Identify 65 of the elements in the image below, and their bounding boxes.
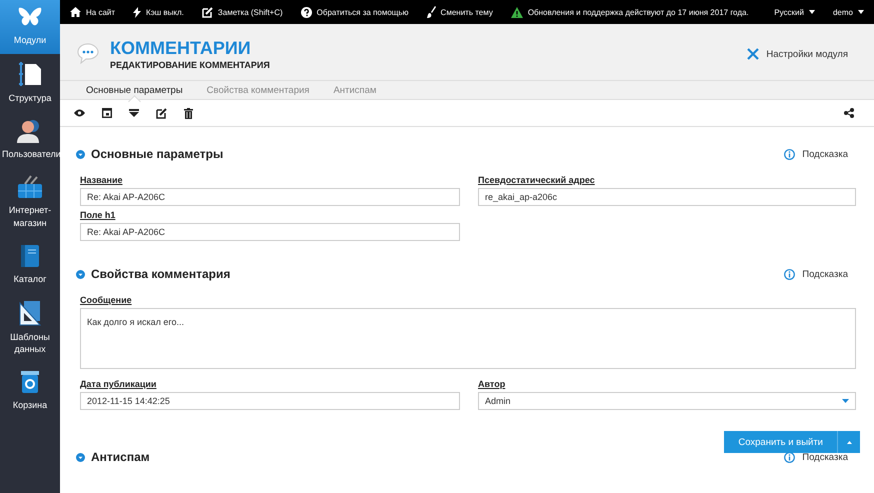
collapse-icon[interactable] [76, 270, 85, 278]
sidebar-item[interactable]: Интернет-магазин [0, 168, 60, 237]
ruler-icon [19, 300, 41, 326]
info-icon [784, 268, 796, 280]
warning-icon [510, 6, 523, 18]
recycle-bin-icon [20, 370, 40, 394]
text-field[interactable]: re_akai_ap-a206c [478, 188, 856, 206]
page-subtitle: РЕДАКТИРОВАНИЕ КОММЕНТАРИЯ [110, 60, 270, 70]
sidebar-item[interactable]: Пользователи [0, 112, 60, 168]
field-label: Название [80, 175, 124, 185]
sidebar-item[interactable]: Структура [0, 54, 60, 112]
caret-icon [842, 399, 849, 403]
section-title: Основные параметры [91, 147, 224, 161]
page-title: КОММЕНТАРИИ [110, 38, 252, 58]
caret-icon [846, 440, 852, 444]
field-label: Дата публикации [80, 379, 158, 389]
window-icon[interactable] [102, 108, 112, 118]
edit-icon[interactable] [156, 108, 167, 118]
sidebar-item[interactable]: Каталог [0, 236, 60, 293]
dropdown-icon[interactable] [129, 109, 139, 117]
text-field[interactable]: 2012-11-15 14:42:25 [80, 392, 460, 410]
help-icon [300, 6, 312, 18]
module-settings-link[interactable]: Настройки модуля [747, 48, 848, 60]
top-bar-link[interactable]: Сменить тему [426, 6, 493, 18]
section-title: Антиспам [91, 450, 150, 464]
top-bar-link[interactable]: Кэш выкл. [133, 6, 184, 18]
caret-icon [858, 10, 864, 14]
hint-link[interactable]: Подсказка [784, 268, 848, 280]
sidebar-item[interactable]: Корзина [0, 363, 60, 420]
user-menu[interactable]: demo [832, 8, 864, 16]
edit-icon [202, 6, 213, 18]
home-icon [70, 7, 81, 17]
sidebar-item[interactable]: Шаблоны данных [0, 292, 60, 364]
field-label: Псевдостатический адрес [478, 175, 596, 185]
tools-icon [747, 48, 760, 60]
lightning-icon [133, 6, 142, 18]
top-bar-link[interactable]: Заметка (Shift+C) [202, 6, 283, 18]
top-bar-link[interactable]: На сайт [70, 7, 116, 17]
speech-bubble-icon [76, 42, 100, 66]
field-label: Сообщение [80, 295, 133, 305]
top-bar-link[interactable]: Обновления и поддержка действуют до 17 июня 2017 года. [510, 6, 749, 18]
text-field[interactable]: Re: Akai AP-A206C [80, 223, 460, 241]
sidebar-item[interactable]: Модули [0, 0, 60, 54]
field-label: Автор [478, 379, 506, 389]
text-area[interactable]: Как долго я искал его... [80, 308, 856, 369]
book-icon [20, 244, 40, 268]
select-field[interactable]: Admin [478, 392, 856, 410]
info-icon [784, 148, 796, 160]
basket-icon [17, 175, 43, 200]
text-field[interactable]: Re: Akai AP-A206C [80, 188, 460, 206]
caret-icon [808, 10, 815, 14]
field-label: Поле h1 [80, 210, 116, 220]
hint-link[interactable]: Подсказка [784, 452, 848, 462]
brush-icon [426, 6, 436, 18]
delete-icon[interactable] [184, 108, 193, 118]
collapse-icon[interactable] [76, 452, 85, 462]
collapse-icon[interactable] [76, 150, 85, 158]
info-icon [784, 452, 796, 462]
top-bar-link[interactable]: Обратиться за помощью [300, 6, 409, 18]
document-icon [18, 61, 42, 88]
share-icon[interactable] [844, 108, 854, 118]
section-title: Свойства комментария [91, 267, 230, 281]
hint-link[interactable]: Подсказка [784, 148, 848, 160]
language-menu[interactable]: Русский [774, 8, 815, 16]
view-icon[interactable] [74, 109, 85, 117]
